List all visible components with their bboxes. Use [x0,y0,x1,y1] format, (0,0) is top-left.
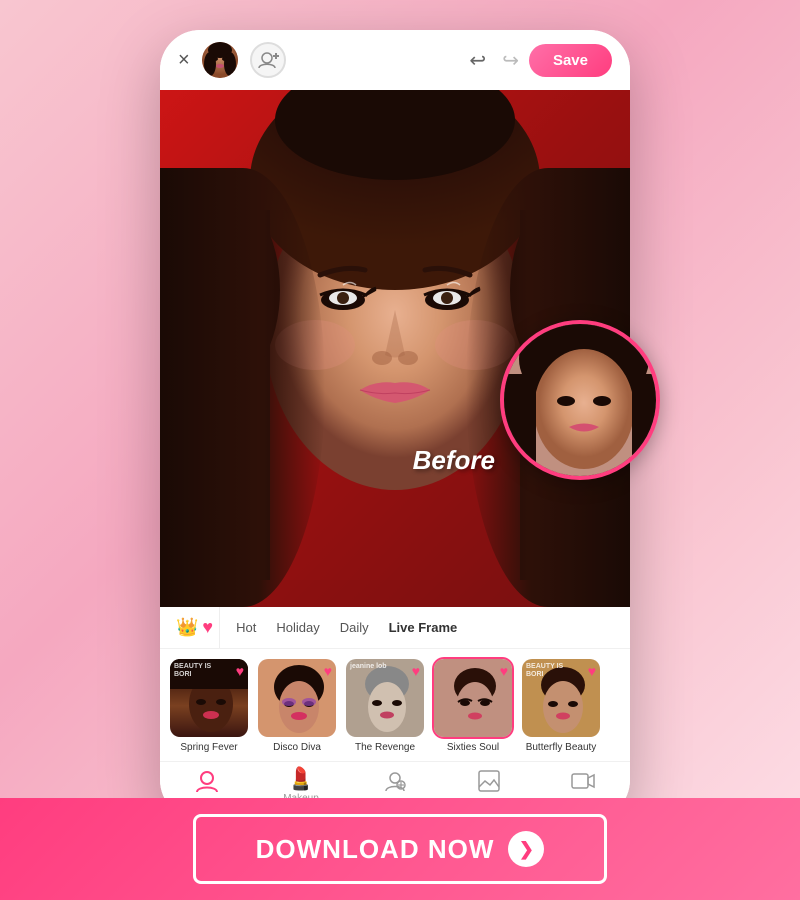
look-thumb-butterfly-beauty: BEAUTY ISBORI ♥ [520,657,602,739]
tab-icons-group: 👑 ♥ [170,607,220,648]
look-heart-3[interactable]: ♥ [412,663,420,679]
download-button[interactable]: DOWNLOAD NOW ❯ [193,814,608,884]
close-button[interactable]: × [178,50,190,70]
look-the-revenge[interactable]: jeanine lob ♥ The Revenge [344,657,426,753]
phone-wrapper: × [160,30,640,840]
look-heart-5[interactable]: ♥ [588,663,596,679]
look-heart-2[interactable]: ♥ [324,663,332,679]
tab-daily[interactable]: Daily [330,612,379,643]
tab-live-frame[interactable]: Live Frame [379,612,468,643]
makeup-icon: 💄 [287,768,314,790]
look-heart-4[interactable]: ♥ [500,663,508,679]
hair-left [160,168,325,607]
look-watermark-5: BEAUTY ISBORI [526,663,563,678]
download-text: DOWNLOAD NOW [256,834,495,865]
look-thumb-sixties-soul: ♥ [432,657,514,739]
looks-grid: BEAUTY ISBORI ♥ Spring Fever [160,649,630,761]
video-icon [570,768,596,798]
look-butterfly-beauty[interactable]: BEAUTY ISBORI ♥ Butterfly Beauty [520,657,602,753]
save-button[interactable]: Save [529,44,612,77]
download-bar: DOWNLOAD NOW ❯ [0,798,800,900]
top-bar-left: × [178,42,286,78]
look-thumb-the-revenge: jeanine lob ♥ [344,657,426,739]
look-watermark-3: jeanine lob [350,663,387,671]
look-thumb-disco-diva: ♥ [256,657,338,739]
look-label-butterfly-beauty: Butterfly Beauty [526,742,597,753]
before-circle [500,320,660,480]
before-label: Before [413,445,495,476]
redo-button[interactable]: ↪ [502,48,519,73]
edit-icon [476,768,502,798]
download-arrow-icon: ❯ [508,831,544,867]
avatar[interactable] [202,42,238,78]
undo-button[interactable]: ↩ [469,48,486,73]
tab-hot[interactable]: Hot [226,612,266,643]
look-label-spring-fever: Spring Fever [180,742,237,753]
look-label-the-revenge: The Revenge [355,742,415,753]
tab-holiday[interactable]: Holiday [266,612,329,643]
crown-icon[interactable]: 👑 [176,617,198,638]
retouch-icon [382,768,408,798]
look-thumb-spring-fever: BEAUTY ISBORI ♥ [168,657,250,739]
look-label-sixties-soul: Sixties Soul [447,742,499,753]
look-watermark-1: BEAUTY ISBORI [174,663,211,678]
top-bar: × [160,30,630,90]
look-heart-1[interactable]: ♥ [236,663,244,679]
undo-redo-group: ↩ ↪ [469,48,519,73]
look-label-disco-diva: Disco Diva [273,742,321,753]
look-sixties-soul[interactable]: ♥ Sixties Soul [432,657,514,753]
filter-tabs: 👑 ♥ Hot Holiday Daily Live Frame [160,607,630,649]
favorites-tab[interactable]: ♥ [202,617,213,638]
look-spring-fever[interactable]: BEAUTY ISBORI ♥ Spring Fever [168,657,250,753]
looks-icon [194,768,220,798]
look-disco-diva[interactable]: ♥ Disco Diva [256,657,338,753]
add-person-button[interactable] [250,42,286,78]
